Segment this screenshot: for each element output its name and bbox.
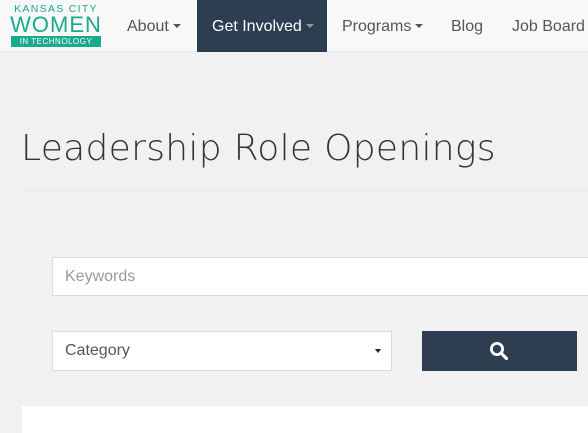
top-navbar: KANSAS CITY WOMEN IN TECHNOLOGY About Ge… [0,0,588,52]
nav-programs-label: Programs [342,18,412,35]
page-title: Leadership Role Openings [21,128,496,169]
nav-job-board-label: Job Board [512,18,585,35]
nav-blog[interactable]: Blog [436,0,496,52]
caret-down-icon [305,23,314,28]
caret-down-icon [415,23,424,28]
nav-blog-label: Blog [451,18,484,35]
logo-line-women: WOMEN [10,11,102,37]
nav-about-label: About [127,18,169,35]
category-select[interactable]: Category [52,331,392,371]
nav-about[interactable]: About [112,0,197,52]
logo-line-in-technology: IN TECHNOLOGY [11,35,101,47]
caret-down-icon [172,23,181,28]
nav-job-board[interactable]: Job Board [497,0,588,52]
category-select-value: Category [65,342,130,359]
search-button[interactable] [422,331,577,371]
search-icon [490,342,509,361]
nav-get-involved-label: Get Involved [212,18,302,35]
caret-down-icon [375,349,381,353]
keywords-input[interactable] [52,257,588,296]
content-card [22,406,588,433]
nav-programs[interactable]: Programs [327,0,436,52]
title-divider [22,190,588,191]
site-logo[interactable]: KANSAS CITY WOMEN IN TECHNOLOGY [9,4,103,50]
nav-get-involved[interactable]: Get Involved [197,0,327,52]
